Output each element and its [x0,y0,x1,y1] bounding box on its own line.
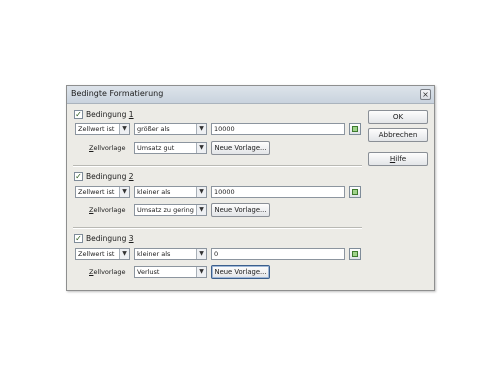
check-icon: ✓ [75,234,82,243]
check-icon: ✓ [75,172,82,181]
condition-1-value-input[interactable]: 10000 [211,123,345,135]
condition-3-checkbox[interactable]: ✓ [74,234,83,243]
condition-2-style-select[interactable]: Umsatz zu gering ▼ [134,204,207,216]
condition-2-shrink-button[interactable] [349,186,361,198]
chevron-down-icon: ▼ [196,187,206,197]
chevron-down-icon: ▼ [119,124,129,134]
conditional-formatting-dialog: Bedingte Formatierung × ✓ Bedingung 1 Ze… [66,85,435,291]
chevron-down-icon: ▼ [119,187,129,197]
dialog-title: Bedingte Formatierung [71,89,164,98]
shrink-icon [352,189,358,195]
cancel-button[interactable]: Abbrechen [368,128,428,142]
condition-2-operator-select[interactable]: kleiner als ▼ [134,186,207,198]
condition-3-label: Bedingung 3 [86,234,134,243]
condition-3-shrink-button[interactable] [349,248,361,260]
help-button[interactable]: Hilfe [368,152,428,166]
condition-3-type-select[interactable]: Zellwert ist ▼ [75,248,130,260]
chevron-down-icon: ▼ [119,249,129,259]
condition-3-section: ✓ Bedingung 3 Zellwert ist ▼ kleiner als… [67,231,362,291]
condition-3-operator-select[interactable]: kleiner als ▼ [134,248,207,260]
chevron-down-icon: ▼ [196,249,206,259]
close-button[interactable]: × [420,89,431,100]
condition-1-section: ✓ Bedingung 1 Zellwert ist ▼ größer als … [67,106,362,166]
condition-2-label: Bedingung 2 [86,172,134,181]
condition-3-style-label: Zellvorlage [89,268,126,276]
condition-1-type-select[interactable]: Zellwert ist ▼ [75,123,130,135]
condition-2-type-select[interactable]: Zellwert ist ▼ [75,186,130,198]
chevron-down-icon: ▼ [196,267,206,277]
condition-1-style-label: Zellvorlage [89,144,126,152]
shrink-icon [352,126,358,132]
chevron-down-icon: ▼ [196,143,206,153]
condition-2-checkbox[interactable]: ✓ [74,172,83,181]
condition-1-label: Bedingung 1 [86,110,134,119]
title-bar[interactable]: Bedingte Formatierung × [67,86,434,104]
chevron-down-icon: ▼ [196,205,206,215]
condition-1-operator-select[interactable]: größer als ▼ [134,123,207,135]
condition-2-new-style-button[interactable]: Neue Vorlage... [211,203,270,217]
condition-3-value-input[interactable]: 0 [211,248,345,260]
condition-1-style-select[interactable]: Umsatz gut ▼ [134,142,207,154]
condition-1-shrink-button[interactable] [349,123,361,135]
separator [73,165,362,167]
close-icon: × [422,90,429,99]
condition-2-value-input[interactable]: 10000 [211,186,345,198]
separator [73,227,362,229]
chevron-down-icon: ▼ [196,124,206,134]
condition-3-new-style-button[interactable]: Neue Vorlage... [211,265,270,279]
condition-1-new-style-button[interactable]: Neue Vorlage... [211,141,270,155]
check-icon: ✓ [75,110,82,119]
condition-2-style-label: Zellvorlage [89,206,126,214]
ok-button[interactable]: OK [368,110,428,124]
condition-2-section: ✓ Bedingung 2 Zellwert ist ▼ kleiner als… [67,170,362,230]
condition-3-style-select[interactable]: Verlust ▼ [134,266,207,278]
condition-1-checkbox[interactable]: ✓ [74,110,83,119]
shrink-icon [352,251,358,257]
